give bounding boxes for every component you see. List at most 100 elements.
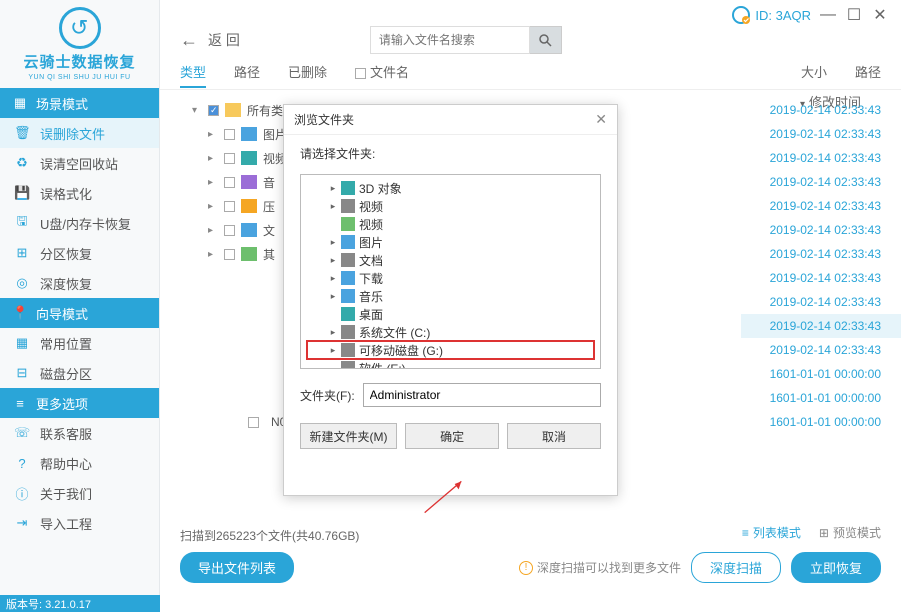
folder-tree-item[interactable]: 桌面 <box>307 305 594 323</box>
checkbox-icon[interactable] <box>355 68 366 79</box>
more-header[interactable]: ≡更多选项 <box>0 388 159 418</box>
drive-icon <box>341 325 355 339</box>
caret-right-icon[interactable]: ▸ <box>208 201 218 212</box>
object3d-icon <box>341 181 355 195</box>
disk-icon: ⊟ <box>14 365 30 381</box>
grid-icon: ▦ <box>14 335 30 351</box>
back-button[interactable]: ←返 回 <box>180 30 240 51</box>
download-icon <box>341 271 355 285</box>
phone-icon: ☏ <box>14 425 30 441</box>
search-button[interactable] <box>530 26 562 54</box>
caret-right-icon[interactable]: ▸ <box>329 255 337 266</box>
deep-scan-button[interactable]: 深度扫描 <box>691 552 781 583</box>
recover-button[interactable]: 立即恢复 <box>791 552 881 583</box>
folder-name-field: 文件夹(F): <box>300 383 601 407</box>
warn-icon: ! <box>519 561 533 575</box>
folder-tree-item[interactable]: ▸图片 <box>307 233 594 251</box>
tab-filename[interactable]: 文件名 <box>355 62 409 87</box>
picture-icon <box>341 235 355 249</box>
partition-icon: ⊞ <box>14 245 30 261</box>
info-icon: ⓘ <box>14 484 30 503</box>
checkbox[interactable] <box>224 177 235 188</box>
document-icon <box>341 253 355 267</box>
drive-icon <box>341 361 355 369</box>
caret-right-icon[interactable]: ▸ <box>208 153 218 164</box>
folder-tree-item[interactable]: ▸3D 对象 <box>307 179 594 197</box>
caret-right-icon[interactable]: ▸ <box>329 273 337 284</box>
toolbar: ←返 回 <box>160 0 901 60</box>
caret-right-icon[interactable]: ▸ <box>208 129 218 140</box>
pin-icon: 📍 <box>12 305 28 321</box>
caret-right-icon[interactable]: ▸ <box>329 201 337 212</box>
checkbox[interactable] <box>208 105 219 116</box>
col-size[interactable]: 大小 <box>801 62 827 87</box>
folder-tree-item[interactable]: 软件 (E:) <box>307 359 594 369</box>
sidebar-item-deleted-files[interactable]: 🗑误删除文件 <box>0 118 159 148</box>
sidebar-item-partition[interactable]: ⊞分区恢复 <box>0 238 159 268</box>
sidebar-item-help[interactable]: ?帮助中心 <box>0 448 159 478</box>
sidebar-item-support[interactable]: ☏联系客服 <box>0 418 159 448</box>
caret-right-icon[interactable]: ▸ <box>329 237 337 248</box>
new-folder-button[interactable]: 新建文件夹(M) <box>300 423 397 449</box>
dialog-close-button[interactable]: ✕ <box>595 111 607 128</box>
save-icon: 💾 <box>14 185 30 201</box>
tab-deleted[interactable]: 已删除 <box>288 62 327 87</box>
caret-right-icon[interactable]: ▸ <box>208 249 218 260</box>
import-icon: ⇥ <box>14 515 30 531</box>
checkbox[interactable] <box>224 201 235 212</box>
caret-right-icon[interactable]: ▸ <box>329 345 337 356</box>
caret-right-icon[interactable]: ▸ <box>329 183 337 194</box>
folder-tree-item[interactable]: ▸音乐 <box>307 287 594 305</box>
menu-icon: ≡ <box>12 396 28 411</box>
help-icon: ? <box>14 456 30 471</box>
arrow-left-icon: ← <box>180 30 198 51</box>
ok-button[interactable]: 确定 <box>405 423 499 449</box>
folder-tree-item[interactable]: ▸文档 <box>307 251 594 269</box>
sidebar-item-recycle[interactable]: ♻误清空回收站 <box>0 148 159 178</box>
folder-tree-item[interactable]: ▸系统文件 (C:) <box>307 323 594 341</box>
sidebar-item-usb[interactable]: 🖫U盘/内存卡恢复 <box>0 208 159 238</box>
deep-scan-hint: !深度扫描可以找到更多文件 <box>519 559 681 576</box>
checkbox[interactable] <box>224 249 235 260</box>
sidebar-item-deep[interactable]: ◎深度恢复 <box>0 268 159 298</box>
sidebar-item-disk-partition[interactable]: ⊟磁盘分区 <box>0 358 159 388</box>
caret-right-icon[interactable]: ▸ <box>329 327 337 338</box>
folder-tree[interactable]: ▸3D 对象 ▸视频 视频 ▸图片 ▸文档 ▸下载 ▸音乐 桌面 ▸系统文件 (… <box>300 174 601 369</box>
dialog-prompt: 请选择文件夹: <box>300 145 601 162</box>
folder-tree-item[interactable]: ▸下载 <box>307 269 594 287</box>
sidebar-item-about[interactable]: ⓘ关于我们 <box>0 478 159 508</box>
scene-mode-header[interactable]: ▦场景模式 <box>0 88 159 118</box>
dialog-title: 浏览文件夹 <box>294 111 354 128</box>
search-input[interactable] <box>370 26 530 54</box>
tab-type[interactable]: 类型 <box>180 62 206 87</box>
music-icon <box>341 289 355 303</box>
caret-down-icon[interactable]: ▾ <box>192 105 202 116</box>
image-icon <box>241 127 257 141</box>
browse-folder-dialog: 浏览文件夹 ✕ 请选择文件夹: ▸3D 对象 ▸视频 视频 ▸图片 ▸文档 ▸下… <box>283 104 618 496</box>
checkbox[interactable] <box>224 153 235 164</box>
folder-tree-item[interactable]: 视频 <box>307 215 594 233</box>
archive-icon <box>241 199 257 213</box>
cancel-button[interactable]: 取消 <box>507 423 601 449</box>
deep-icon: ◎ <box>14 275 30 291</box>
checkbox[interactable] <box>248 417 259 428</box>
tab-path[interactable]: 路径 <box>234 62 260 87</box>
video-icon <box>241 151 257 165</box>
sidebar-item-locations[interactable]: ▦常用位置 <box>0 328 159 358</box>
checkbox[interactable] <box>224 225 235 236</box>
folder-tree-item-selected[interactable]: ▸可移动磁盘 (G:) <box>307 341 594 359</box>
folder-input[interactable] <box>363 383 601 407</box>
usb-icon: 🖫 <box>14 212 30 234</box>
caret-right-icon[interactable]: ▸ <box>329 291 337 302</box>
checkbox[interactable] <box>224 129 235 140</box>
sidebar-item-import[interactable]: ⇥导入工程 <box>0 508 159 538</box>
export-button[interactable]: 导出文件列表 <box>180 552 294 583</box>
col-path[interactable]: 路径 <box>855 62 881 87</box>
sidebar-item-format[interactable]: 💾误格式化 <box>0 178 159 208</box>
folder-tree-item[interactable]: ▸视频 <box>307 197 594 215</box>
sheet-icon <box>341 217 355 231</box>
caret-right-icon[interactable]: ▸ <box>208 177 218 188</box>
wizard-mode-header[interactable]: 📍向导模式 <box>0 298 159 328</box>
scan-info: 扫描到265223个文件(共40.76GB) <box>180 527 881 544</box>
caret-right-icon[interactable]: ▸ <box>208 225 218 236</box>
